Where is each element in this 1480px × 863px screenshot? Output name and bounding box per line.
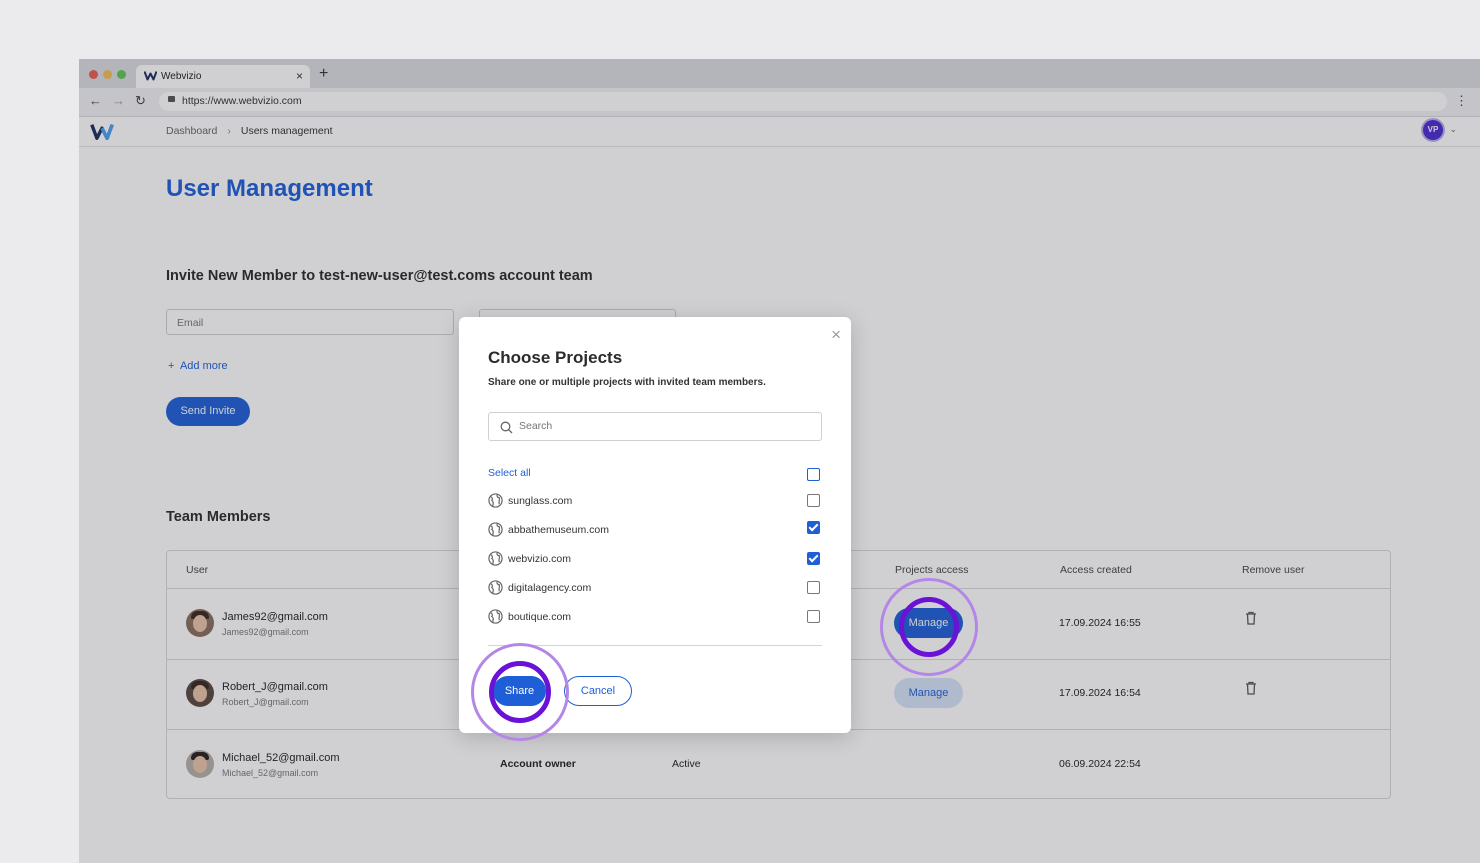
browser-window: Webvizio × + ← → ↻ https://www.webvizio.… [79,59,1480,863]
project-checkbox-checked[interactable] [807,552,820,565]
project-name: boutique.com [508,611,572,623]
checkmark-icon [808,552,819,563]
project-checkbox-checked[interactable] [807,521,820,534]
globe-icon [488,580,503,598]
globe-icon [488,522,503,540]
project-search[interactable] [488,412,822,441]
choose-projects-dialog: × Choose Projects Share one or multiple … [459,317,851,733]
project-checkbox[interactable] [807,581,820,594]
dialog-title: Choose Projects [488,348,623,367]
select-all-checkbox[interactable] [807,468,820,481]
project-item: sunglass.com [488,491,823,511]
project-name: sunglass.com [508,495,573,507]
project-item: boutique.com [488,607,823,627]
project-item: abbathemuseum.com [488,520,823,540]
cancel-button[interactable]: Cancel [564,676,632,706]
divider [488,645,822,646]
search-input[interactable] [517,419,811,433]
dialog-subtitle: Share one or multiple projects with invi… [488,377,766,388]
project-item: webvizio.com [488,549,823,569]
project-name: abbathemuseum.com [508,524,609,536]
select-all-label[interactable]: Select all [488,467,531,479]
globe-icon [488,493,503,511]
close-icon[interactable]: × [831,325,841,345]
project-name: digitalagency.com [508,582,592,594]
project-name: webvizio.com [508,553,572,565]
checkmark-icon [808,521,819,532]
project-checkbox[interactable] [807,610,820,623]
project-checkbox[interactable] [807,494,820,507]
project-item: digitalagency.com [488,578,823,598]
globe-icon [488,609,503,627]
globe-icon [488,551,503,569]
search-icon [500,421,513,439]
share-button[interactable]: Share [493,676,546,706]
